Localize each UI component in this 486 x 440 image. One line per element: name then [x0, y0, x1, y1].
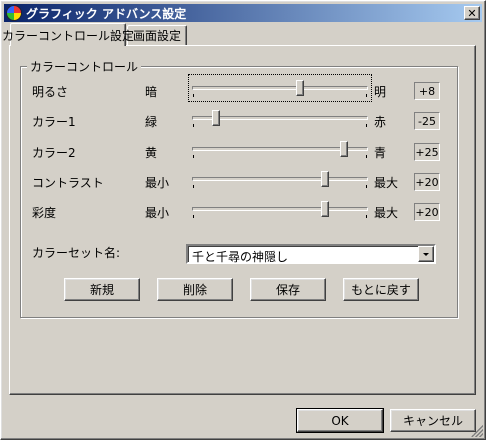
tab-screen-settings[interactable]: 画面設定: [127, 25, 187, 45]
group-title: カラーコントロール: [27, 58, 142, 75]
resize-grip[interactable]: [471, 425, 483, 437]
tab-panel: [9, 45, 476, 395]
window-title: グラフィック アドバンス設定: [26, 6, 187, 21]
title-bar[interactable]: グラフィック アドバンス設定 ✕: [4, 4, 482, 22]
cancel-button[interactable]: キャンセル: [390, 409, 476, 432]
tab-color-control-label: カラーコントロール設定: [2, 28, 135, 43]
tab-color-control[interactable]: カラーコントロール設定: [2, 23, 134, 46]
close-button[interactable]: ✕: [464, 6, 480, 20]
tab-screen-settings-label: 画面設定: [132, 29, 181, 43]
ok-button[interactable]: OK: [296, 408, 384, 433]
app-icon: [6, 5, 22, 21]
